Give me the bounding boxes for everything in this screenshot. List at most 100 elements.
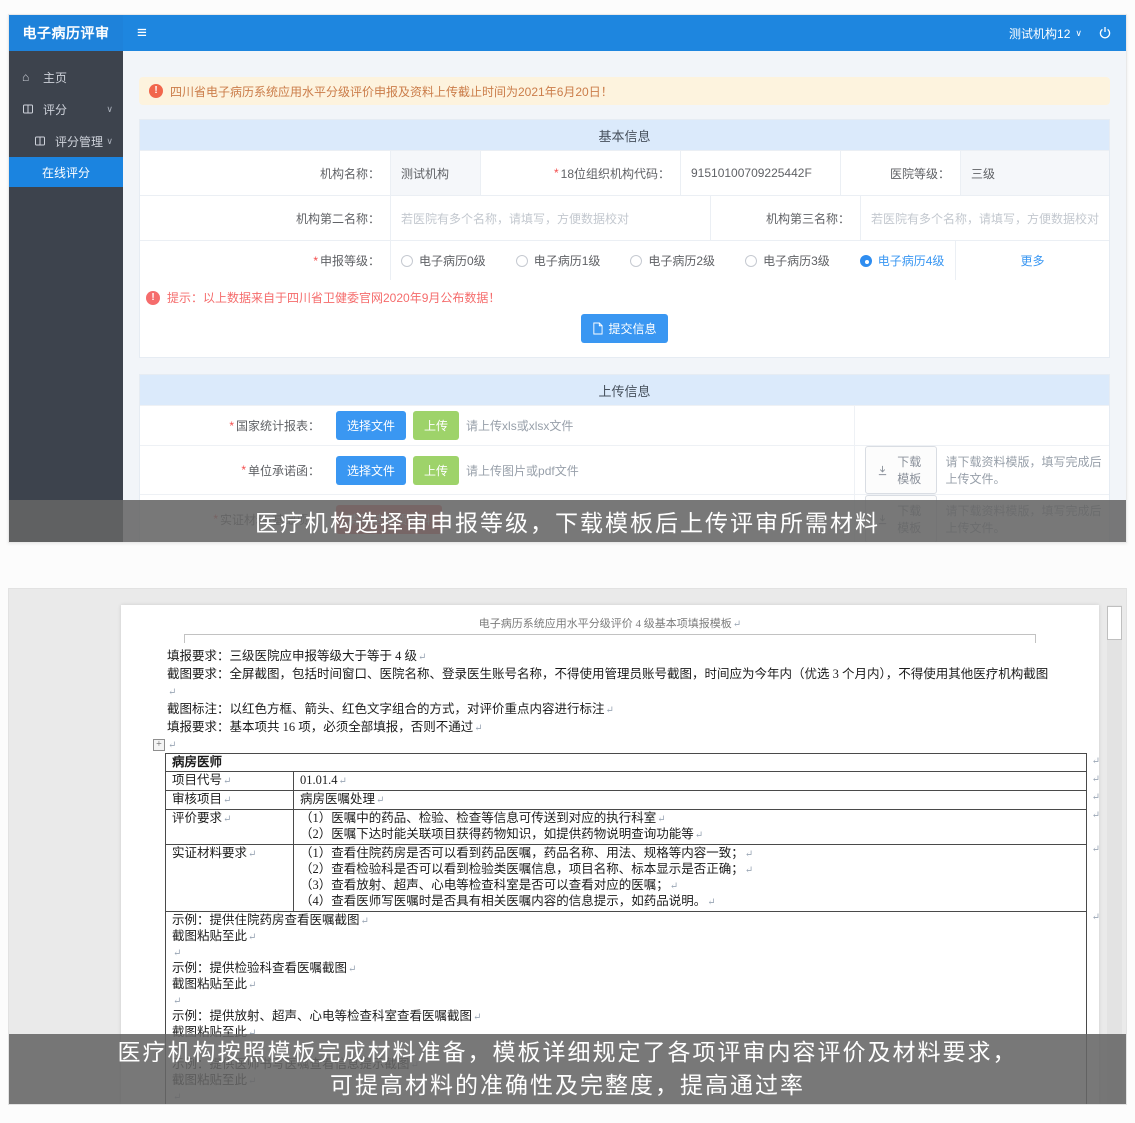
deadline-alert: ! 四川省电子病历系统应用水平分级评价申报及资料上传截止时间为2021年6月20… — [139, 77, 1110, 105]
upload-tip: 请上传xls或xlsx文件 — [466, 417, 573, 434]
sidebar-item-label: 评分管理 — [55, 133, 103, 150]
radio-icon — [745, 255, 757, 267]
upload-row-download — [854, 406, 1109, 445]
eval-line: （1）医嘱中的药品、检验、检查等信息可传送到对应的执行科室↵ — [300, 811, 1080, 827]
second-name-placeholder: 若医院有多个名称，请填写，方便数据校对 — [401, 210, 629, 227]
alert-icon: ! — [149, 84, 163, 98]
download-template-button[interactable]: 下载模板 — [865, 446, 937, 494]
example-line: ↵ — [172, 945, 1080, 961]
sidebar-menu: ⌂ 主页 评分 ∨ 评分管理 ∨ 在线评分 — [9, 51, 123, 187]
document-icon — [592, 322, 603, 335]
org-code-label: * 18位组织机构代码： — [480, 151, 680, 195]
upload-button[interactable]: 上传 — [413, 411, 459, 440]
document-page: 电子病历系统应用水平分级评价 4 级基本项填报模板↵ 填报要求：三级医院应申报等… — [121, 605, 1099, 1104]
sidebar-item-home[interactable]: ⌂ 主页 — [9, 61, 123, 93]
third-name-input[interactable]: 若医院有多个名称，请填写，方便数据校对 — [860, 196, 1109, 240]
home-icon: ⌂ — [22, 70, 36, 84]
choose-file-button[interactable]: 选择文件 — [336, 456, 406, 485]
power-icon[interactable] — [1098, 26, 1112, 40]
download-tip: 请下载资料模版，填写完成后上传文件。 — [945, 453, 1109, 487]
third-name-label: 机构第三名称： — [710, 196, 860, 240]
second-name-label: 机构第二名称： — [140, 196, 390, 240]
paragraph-mark-icon: ↵ — [707, 897, 715, 908]
paragraph-mark-icon: ↵ — [168, 737, 176, 754]
declare-level-options: 电子病历0级 电子病历1级 电子病历2级 电子病历3级 电子病历4级 — [390, 241, 955, 280]
radio-icon — [516, 255, 528, 267]
table-row: 评价要求↵ （1）医嘱中的药品、检验、检查等信息可传送到对应的执行科室↵ （2）… — [166, 810, 1087, 845]
row-end-mark-icon: ↵ — [1092, 909, 1100, 926]
doc-paragraph: 截图标注：以红色方框、箭头、红色文字组合的方式，对评价重点内容进行标注↵ — [167, 701, 1057, 719]
document-screenshot: 电子病历系统应用水平分级评价 4 级基本项填报模板↵ 填报要求：三级医院应申报等… — [8, 588, 1127, 1105]
sidebar-item-label: 在线评分 — [42, 164, 90, 181]
upload-row-download: 下载模板 请下载资料模版，填写完成后上传文件。 — [854, 446, 1109, 494]
doc-paragraph: 截图要求：全屏截图，包括时间窗口、医院名称、登录医生账号名称，不得使用管理员账号… — [167, 666, 1057, 701]
submit-button[interactable]: 提交信息 — [581, 314, 667, 343]
paragraph-mark-icon: ↵ — [339, 776, 347, 787]
upload-row-actions: 选择文件 上传 请上传xls或xlsx文件 — [332, 406, 854, 445]
paragraph-mark-icon: ↵ — [474, 723, 482, 734]
declare-level-label: * 申报等级： — [140, 241, 390, 280]
book-icon — [34, 135, 48, 147]
document-header: 电子病历系统应用水平分级评价 4 级基本项填报模板↵ — [121, 605, 1099, 631]
hospital-grade-label: 医院等级： — [840, 151, 960, 195]
sidebar-item-scoring[interactable]: 评分 ∨ — [9, 93, 123, 125]
table-move-handle-icon[interactable]: + — [153, 739, 165, 751]
hamburger-menu-icon[interactable]: ≡ — [137, 23, 147, 43]
upload-title: 上传信息 — [140, 375, 1109, 405]
paragraph-mark-icon: ↵ — [418, 652, 426, 663]
topbar-right: 测试机构12 ∨ — [1009, 25, 1112, 42]
value-cell: （1）医嘱中的药品、检验、检查等信息可传送到对应的执行科室↵ （2）医嘱下达时能… — [294, 810, 1087, 845]
key-cell: 实证材料要求↵ — [166, 845, 294, 912]
radio-level-3[interactable]: 电子病历3级 — [745, 252, 830, 269]
choose-file-button[interactable]: 选择文件 — [336, 411, 406, 440]
user-dropdown[interactable]: 测试机构12 ∨ — [1009, 25, 1082, 42]
basic-info-hint: ! 提示：以上数据来自于四川省卫健委官网2020年9月公布数据！ — [140, 280, 1109, 306]
upload-button[interactable]: 上传 — [413, 456, 459, 485]
more-link[interactable]: 更多 — [955, 241, 1109, 280]
paragraph-mark-icon: ↵ — [473, 1012, 481, 1023]
required-asterisk: * — [313, 254, 318, 268]
required-asterisk: * — [229, 419, 234, 433]
basic-info-panel: 基本信息 机构名称： 测试机构 * 18位组织机构代码： 91510100709… — [139, 119, 1110, 358]
scrollbar-thumb[interactable] — [1107, 606, 1122, 640]
paragraph-mark-icon: ↵ — [248, 980, 256, 991]
caption-overlay-2: 医疗机构按照模板完成材料准备，模板详细规定了各项评审内容评价及材料要求， 可提高… — [9, 1034, 1126, 1104]
sidebar-item-label: 评分 — [43, 101, 67, 118]
material-line: （1）查看住院药房是否可以看到药品医嘱，药品名称、用法、规格等内容一致；↵ — [300, 846, 1080, 862]
value-cell: （1）查看住院药房是否可以看到药品医嘱，药品名称、用法、规格等内容一致；↵ （2… — [294, 845, 1087, 912]
eval-line: （2）医嘱下达时能关联项目获得药物知识，如提供药物说明查询功能等↵ — [300, 827, 1080, 843]
value-cell: 病房医嘱处理↵ — [294, 791, 1087, 810]
main-content: ! 四川省电子病历系统应用水平分级评价申报及资料上传截止时间为2021年6月20… — [123, 51, 1126, 542]
row-end-mark-icon: ↵ — [1092, 771, 1100, 788]
radio-level-1[interactable]: 电子病历1级 — [516, 252, 601, 269]
key-cell: 审核项目↵ — [166, 791, 294, 810]
chevron-down-icon: ∨ — [1075, 28, 1082, 39]
alert-icon: ! — [146, 291, 160, 305]
app-screenshot: 电子病历评审 ⌂ 主页 评分 ∨ 评分管理 ∨ 在线评分 — [8, 14, 1127, 543]
paragraph-mark-icon: ↵ — [745, 865, 753, 876]
sidebar-item-online-scoring[interactable]: 在线评分 — [9, 157, 123, 187]
radio-level-2[interactable]: 电子病历2级 — [630, 252, 715, 269]
org-code-value: 91510100709225442F — [680, 151, 840, 195]
sidebar-item-score-management[interactable]: 评分管理 ∨ — [9, 125, 123, 157]
upload-tip: 请上传图片或pdf文件 — [466, 462, 579, 479]
table-row: 实证材料要求↵ （1）查看住院药房是否可以看到药品医嘱，药品名称、用法、规格等内… — [166, 845, 1087, 912]
second-name-input[interactable]: 若医院有多个名称，请填写，方便数据校对 — [390, 196, 710, 240]
radio-icon — [630, 255, 642, 267]
scrollbar-track[interactable] — [1107, 605, 1122, 1104]
caption-overlay-1: 医疗机构选择审申报等级，下载模板后上传评审所需材料 — [9, 500, 1126, 542]
radio-level-0[interactable]: 电子病历0级 — [401, 252, 486, 269]
paragraph-mark-icon: ↵ — [745, 849, 753, 860]
submit-area: 提交信息 — [140, 306, 1109, 357]
example-line: 截图粘贴至此↵ — [172, 977, 1080, 993]
key-cell: 评价要求↵ — [166, 810, 294, 845]
chevron-down-icon: ∨ — [106, 136, 113, 147]
upload-row-label: * 国家统计报表： — [140, 406, 332, 445]
download-icon — [877, 465, 888, 476]
app-brand: 电子病历评审 — [9, 15, 123, 51]
table-row: 机构第二名称： 若医院有多个名称，请填写，方便数据校对 机构第三名称： 若医院有… — [140, 195, 1109, 240]
radio-level-4-selected[interactable]: 电子病历4级 — [860, 252, 945, 269]
example-line: 示例：提供检验科查看医嘱截图↵ — [172, 961, 1080, 977]
paragraph-mark-icon: ↵ — [733, 619, 741, 630]
row-end-mark-icon: ↵ — [1092, 841, 1100, 858]
